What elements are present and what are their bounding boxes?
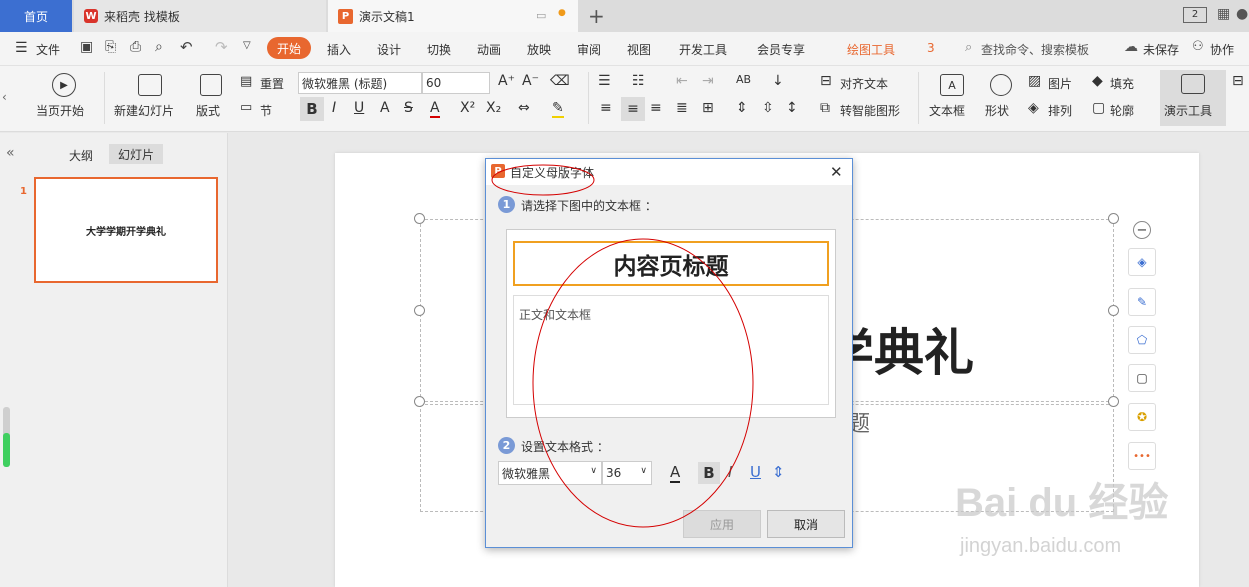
watermark-url: jingyan.baidu.com [960, 535, 1122, 557]
annotation-ellipse-preview [532, 238, 754, 528]
watermark-brand: Bai du 经验 [955, 481, 1169, 525]
annotation-ellipse-title [491, 164, 595, 196]
